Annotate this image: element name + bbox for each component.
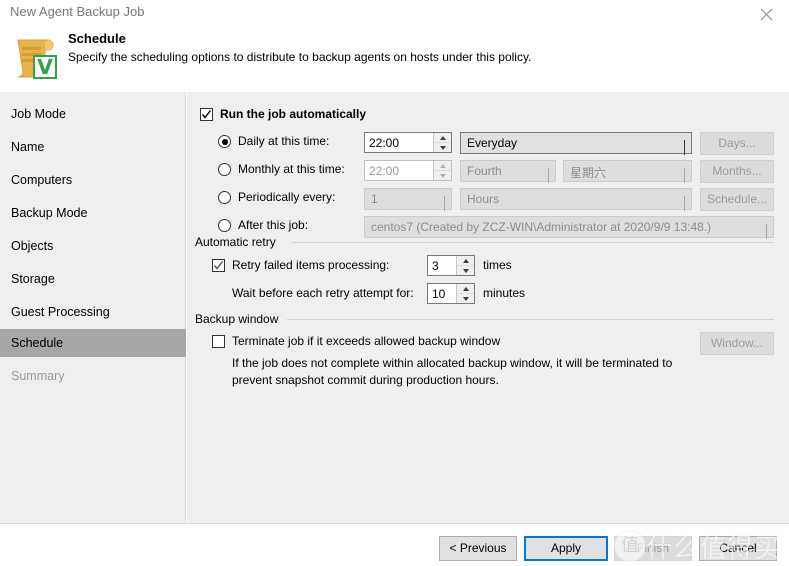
wait-minutes-unit-label: minutes (483, 286, 526, 300)
daily-radio[interactable] (218, 135, 231, 148)
wait-minutes-spinner[interactable]: 10 (427, 283, 475, 304)
daily-time-value: 22:00 (369, 136, 400, 150)
chevron-down-icon (684, 140, 685, 155)
periodically-label: Periodically every: (238, 190, 336, 204)
checkmark-icon (201, 110, 212, 119)
page-subtitle: Specify the scheduling options to distri… (68, 50, 532, 64)
sidebar-item-computers[interactable]: Computers (0, 166, 186, 194)
page-title: Schedule (68, 31, 126, 46)
chevron-down-icon (684, 196, 685, 211)
spinner-arrows[interactable] (456, 256, 474, 275)
spinner-down-icon[interactable] (457, 294, 474, 303)
days-button: Days... (700, 132, 774, 155)
daily-recurrence-value: Everyday (467, 136, 518, 150)
retry-failed-items-checkbox[interactable] (212, 259, 225, 272)
chevron-down-icon (766, 224, 767, 239)
sidebar-item-name[interactable]: Name (0, 133, 186, 161)
monthly-time-spinner: 22:00 (364, 160, 452, 181)
checkmark-icon (213, 261, 224, 270)
monthly-ordinal-combo: Fourth (460, 160, 556, 183)
monthly-radio[interactable] (218, 163, 231, 176)
retry-times-value: 3 (432, 259, 439, 273)
after-job-label: After this job: (238, 218, 309, 232)
backup-window-group-title: Backup window (195, 312, 285, 326)
sidebar-item-objects[interactable]: Objects (0, 232, 186, 260)
chevron-down-icon (684, 168, 685, 183)
periodically-unit-combo: Hours (460, 188, 692, 211)
chevron-down-icon (548, 168, 549, 183)
retry-failed-items-label: Retry failed items processing: (232, 258, 390, 272)
wait-before-retry-label: Wait before each retry attempt for: (232, 286, 414, 300)
daily-recurrence-combo[interactable]: Everyday (460, 132, 692, 155)
spinner-arrows (433, 161, 451, 180)
monthly-time-value: 22:00 (369, 164, 400, 178)
spinner-down-icon (434, 171, 451, 180)
monthly-ordinal-value: Fourth (467, 164, 502, 178)
sidebar-item-schedule[interactable]: Schedule (0, 329, 186, 357)
new-agent-backup-job-dialog: New Agent Backup Job V Schedule Specify … (0, 0, 789, 566)
dialog-footer: < Previous Apply Finish Cancel (0, 523, 789, 566)
automatic-retry-rule (291, 242, 774, 243)
apply-button[interactable]: Apply (524, 536, 608, 561)
radio-dot-icon (221, 138, 228, 145)
schedule-button: Schedule... (700, 188, 774, 211)
chevron-down-icon (444, 196, 445, 211)
spinner-arrows[interactable] (456, 284, 474, 303)
backup-window-description-line1: If the job does not complete within allo… (232, 356, 673, 370)
backup-window-description-line2: prevent snapshot commit during productio… (232, 373, 499, 387)
monthly-label: Monthly at this time: (238, 162, 345, 176)
after-job-value: centos7 (Created by ZCZ-WIN\Administrato… (371, 220, 712, 234)
after-job-combo: centos7 (Created by ZCZ-WIN\Administrato… (364, 216, 774, 239)
schedule-settings-panel: Run the job automatically Daily at this … (187, 92, 789, 523)
after-job-radio[interactable] (218, 219, 231, 232)
dialog-header: V Schedule Specify the scheduling option… (0, 28, 789, 92)
terminate-job-label: Terminate job if it exceeds allowed back… (232, 334, 501, 348)
sidebar-item-summary: Summary (11, 369, 65, 383)
monthly-weekday-value: 星期六 (570, 166, 607, 180)
retry-times-unit-label: times (483, 258, 512, 272)
finish-button: Finish (614, 536, 692, 561)
sidebar-item-job-mode[interactable]: Job Mode (0, 100, 186, 128)
run-automatically-checkbox[interactable] (200, 108, 213, 121)
previous-button[interactable]: < Previous (439, 536, 517, 561)
sidebar-item-backup-mode[interactable]: Backup Mode (0, 199, 186, 227)
window-button: Window... (700, 332, 774, 355)
monthly-weekday-combo: 星期六 (563, 160, 692, 183)
daily-time-spinner[interactable]: 22:00 (364, 132, 452, 153)
periodically-unit-value: Hours (467, 192, 500, 206)
run-automatically-label: Run the job automatically (220, 107, 367, 121)
periodically-interval-combo: 1 (364, 188, 452, 211)
periodically-interval-value: 1 (371, 192, 378, 206)
backup-window-rule (287, 319, 774, 320)
spinner-down-icon[interactable] (457, 266, 474, 275)
wizard-step-sidebar: Job Mode Name Computers Backup Mode Obje… (0, 92, 186, 523)
sidebar-item-storage[interactable]: Storage (0, 265, 186, 293)
daily-label: Daily at this time: (238, 134, 330, 148)
title-bar: New Agent Backup Job (0, 0, 789, 28)
close-button[interactable] (743, 0, 789, 28)
wait-minutes-value: 10 (432, 287, 446, 301)
automatic-retry-group-title: Automatic retry (195, 235, 282, 249)
sidebar-item-guest-processing[interactable]: Guest Processing (0, 298, 186, 326)
months-button: Months... (700, 160, 774, 183)
cancel-button[interactable]: Cancel (699, 536, 777, 561)
spinner-up-icon (434, 161, 451, 171)
close-icon (760, 8, 772, 20)
spinner-up-icon[interactable] (457, 284, 474, 294)
window-title: New Agent Backup Job (10, 4, 145, 19)
spinner-up-icon[interactable] (457, 256, 474, 266)
svg-text:V: V (37, 55, 53, 79)
spinner-arrows[interactable] (433, 133, 451, 152)
terminate-job-checkbox[interactable] (212, 335, 225, 348)
schedule-document-icon: V (8, 30, 62, 84)
periodically-radio[interactable] (218, 191, 231, 204)
retry-times-spinner[interactable]: 3 (427, 255, 475, 276)
spinner-up-icon[interactable] (434, 133, 451, 143)
spinner-down-icon[interactable] (434, 143, 451, 152)
